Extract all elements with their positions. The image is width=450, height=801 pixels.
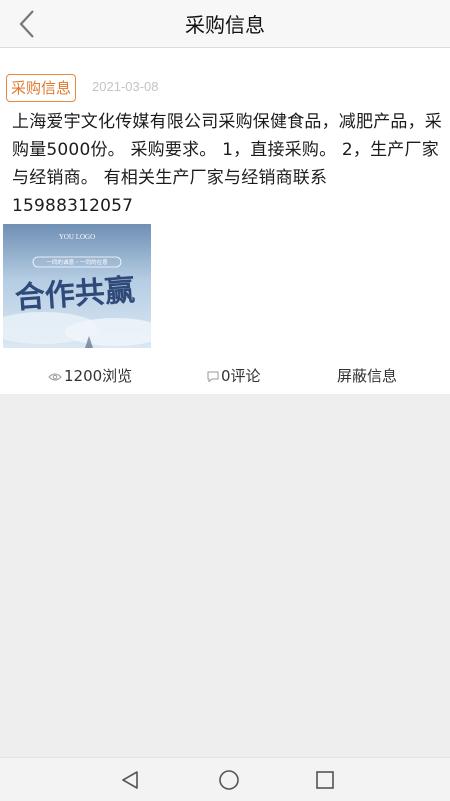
block-info-button[interactable]: 屏蔽信息: [337, 365, 397, 386]
category-tag: 采购信息: [6, 74, 77, 102]
post-description: 上海爱宇文化传媒有限公司采购保健食品，减肥产品，采购量5000份。 采购要求。 …: [12, 112, 442, 216]
post-date: 2021-03-08: [92, 79, 159, 94]
post-card: 采购信息 2021-03-08 上海爱宇文化传媒有限公司采购保健食品，减肥产品，…: [0, 48, 450, 394]
back-triangle-icon: [122, 771, 138, 789]
image-logo-text: YOU LOGO: [59, 233, 95, 241]
post-image[interactable]: YOU LOGO 一同的诚意・一同的在意 合作共赢: [0, 224, 165, 348]
comments-button[interactable]: 0评论: [207, 365, 261, 386]
image-banner-text: 一同的诚意・一同的在意: [46, 258, 108, 266]
home-circle-icon: [219, 770, 239, 790]
stats-row: 1200浏览 0评论 屏蔽信息: [0, 358, 450, 394]
system-navigation-bar: [0, 757, 450, 801]
views-label: 1200浏览: [64, 367, 133, 385]
recents-square-icon: [316, 771, 334, 789]
comment-icon: [207, 371, 219, 383]
comments-label: 0评论: [221, 367, 261, 385]
eye-icon: [48, 373, 62, 381]
nav-home-button[interactable]: [216, 767, 242, 793]
page-title: 采购信息: [185, 13, 265, 37]
nav-recents-button[interactable]: [312, 767, 338, 793]
app-header: 采购信息: [0, 0, 450, 48]
views-count: 1200浏览: [48, 365, 132, 386]
nav-back-button[interactable]: [117, 767, 143, 793]
